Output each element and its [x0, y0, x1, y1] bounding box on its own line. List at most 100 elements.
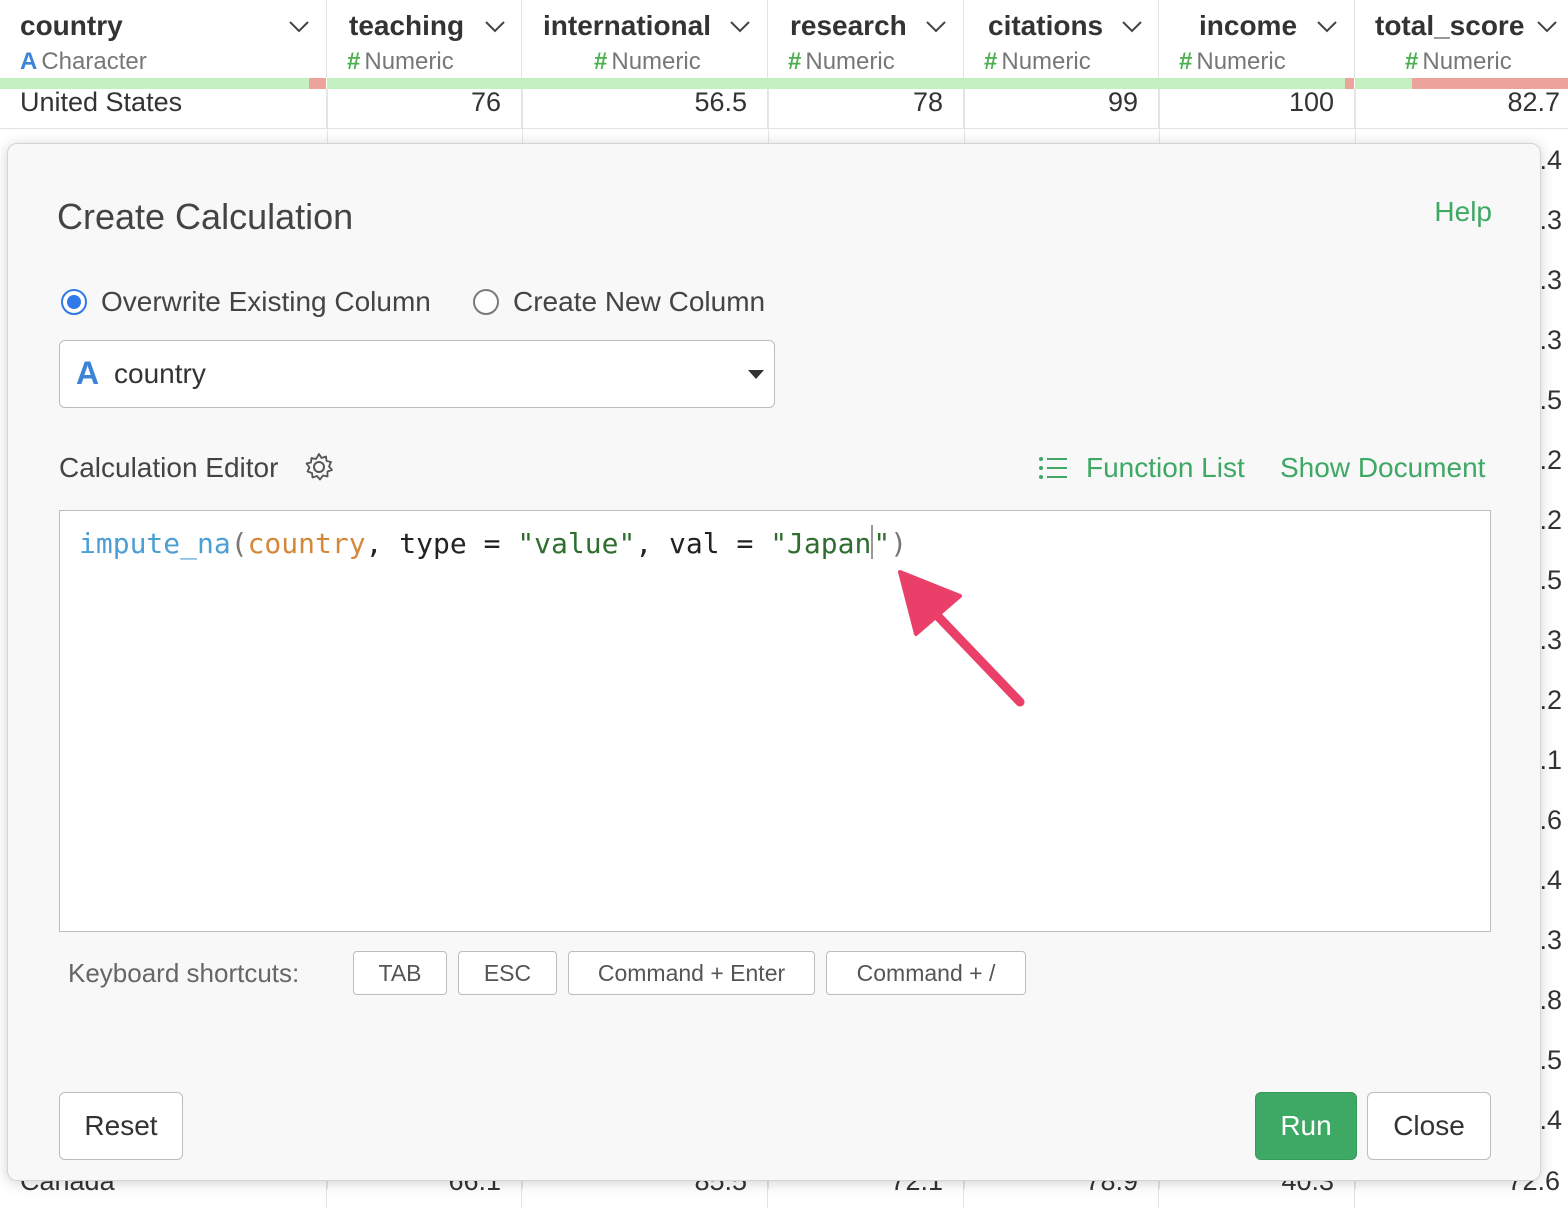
code-function-token: impute_na [79, 527, 231, 560]
numeric-type-icon: # [788, 48, 802, 75]
code-string-token: "value" [517, 527, 636, 560]
column-type: # Numeric [594, 48, 701, 76]
chevron-down-icon[interactable] [483, 16, 507, 36]
column-header-citations[interactable]: citations # Numeric [964, 0, 1159, 78]
table-cell: .2 [1539, 445, 1562, 475]
table-cell: .1 [1539, 745, 1562, 775]
numeric-type-icon: # [1405, 48, 1419, 75]
code-string-token: "Japan [770, 527, 872, 560]
shortcut-key-tab[interactable]: TAB [353, 951, 447, 995]
column-type: # Numeric [347, 48, 454, 76]
column-name: total_score [1375, 10, 1525, 41]
table-cell: .6 [1539, 805, 1562, 835]
radio-overwrite-existing[interactable]: Overwrite Existing Column [61, 284, 431, 320]
table-cell: .5 [1539, 565, 1562, 595]
code-editor[interactable]: impute_na(country, type = "value", val =… [59, 510, 1491, 932]
show-document-link[interactable]: Show Document [1280, 452, 1485, 484]
code-text-token: , type = [365, 527, 518, 560]
calculation-editor-label: Calculation Editor [59, 452, 279, 483]
chevron-down-icon[interactable] [1120, 16, 1144, 36]
table-cell: .2 [1539, 505, 1562, 535]
table-cell: .3 [1539, 325, 1562, 355]
shortcut-key-command-slash[interactable]: Command + / [826, 951, 1026, 995]
code-line: impute_na(country, type = "value", val =… [79, 525, 907, 560]
column-name: country [20, 10, 123, 41]
column-type-label: Numeric [611, 48, 701, 75]
run-button[interactable]: Run [1255, 1092, 1357, 1160]
function-list-link[interactable]: Function List [1038, 452, 1245, 484]
numeric-type-icon: # [594, 48, 608, 75]
table-cell: .5 [1539, 1045, 1562, 1075]
column-header-total-score[interactable]: total_score # Numeric [1355, 0, 1568, 78]
close-button[interactable]: Close [1367, 1092, 1491, 1160]
selected-column: country [114, 358, 206, 389]
chevron-down-icon[interactable] [924, 16, 948, 36]
table-row: United States 76 56.5 78 99 100 82.7 [0, 89, 1568, 129]
create-calculation-dialog: Create Calculation Help Overwrite Existi… [7, 143, 1541, 1181]
table-cell: 78 [768, 89, 964, 129]
radio-label: Create New Column [513, 286, 766, 317]
column-type-label: Character [41, 48, 147, 75]
table-cell: 76 [327, 89, 522, 129]
quality-bar-valid [327, 78, 1345, 89]
numeric-type-icon: # [1179, 48, 1193, 75]
column-type-label: Numeric [364, 48, 454, 75]
code-paren-token: ) [890, 527, 908, 560]
table-cell: .3 [1539, 205, 1562, 235]
caret-down-icon [748, 370, 764, 379]
column-type: A Character [20, 48, 147, 76]
column-type-label: Numeric [805, 48, 895, 75]
quality-bar-valid [1355, 78, 1412, 89]
function-list-label: Function List [1086, 452, 1245, 483]
column-type-label: Numeric [1196, 48, 1286, 75]
column-header-international[interactable]: international # Numeric [522, 0, 768, 78]
column-header-income[interactable]: income # Numeric [1159, 0, 1355, 78]
column-name: international [543, 10, 712, 41]
column-select-dropdown[interactable]: A country [59, 340, 775, 408]
character-type-icon: A [76, 355, 100, 391]
reset-button[interactable]: Reset [59, 1092, 183, 1160]
column-type-label: Numeric [1001, 48, 1091, 75]
column-type: # Numeric [1179, 48, 1286, 76]
column-type: # Numeric [984, 48, 1091, 76]
table-cell: .3 [1539, 265, 1562, 295]
table-cell: .5 [1539, 385, 1562, 415]
table-cell: .4 [1539, 865, 1562, 895]
shortcut-key-command-enter[interactable]: Command + Enter [568, 951, 815, 995]
table-cell: .4 [1539, 145, 1562, 175]
column-name: citations [988, 10, 1104, 41]
table-cell: 99 [964, 89, 1159, 129]
chevron-down-icon[interactable] [1535, 16, 1559, 36]
radio-label: Overwrite Existing Column [101, 286, 431, 317]
chevron-down-icon[interactable] [1315, 16, 1339, 36]
character-type-icon: A [20, 48, 38, 75]
column-name: research [790, 10, 907, 41]
chevron-down-icon[interactable] [287, 16, 311, 36]
column-type: # Numeric [1405, 48, 1512, 76]
column-name: teaching [349, 10, 465, 41]
table-cell: United States [0, 89, 327, 129]
help-link[interactable]: Help [1434, 196, 1492, 228]
radio-button-selected[interactable] [61, 289, 87, 315]
quality-bar-valid [0, 78, 309, 89]
radio-button[interactable] [473, 289, 499, 315]
column-type-label: Numeric [1422, 48, 1512, 75]
column-header-country[interactable]: country A Character [0, 0, 327, 78]
radio-create-new[interactable]: Create New Column [473, 284, 765, 320]
table-cell: .8 [1539, 985, 1562, 1015]
numeric-type-icon: # [984, 48, 998, 75]
chevron-down-icon[interactable] [728, 16, 752, 36]
code-variable-token: country [247, 527, 366, 560]
table-cell: 56.5 [522, 89, 768, 129]
table-cell: 82.7 [1507, 89, 1560, 117]
shortcut-key-esc[interactable]: ESC [458, 951, 557, 995]
code-paren-token: ( [230, 527, 248, 560]
column-header-teaching[interactable]: teaching # Numeric [327, 0, 522, 78]
dialog-title: Create Calculation [57, 196, 354, 237]
gear-icon[interactable] [304, 452, 334, 482]
quality-bar-missing [1412, 78, 1568, 89]
column-type: # Numeric [788, 48, 895, 76]
keyboard-shortcuts-label: Keyboard shortcuts: [68, 958, 300, 988]
column-header-research[interactable]: research # Numeric [768, 0, 964, 78]
code-string-token: " [873, 527, 891, 560]
